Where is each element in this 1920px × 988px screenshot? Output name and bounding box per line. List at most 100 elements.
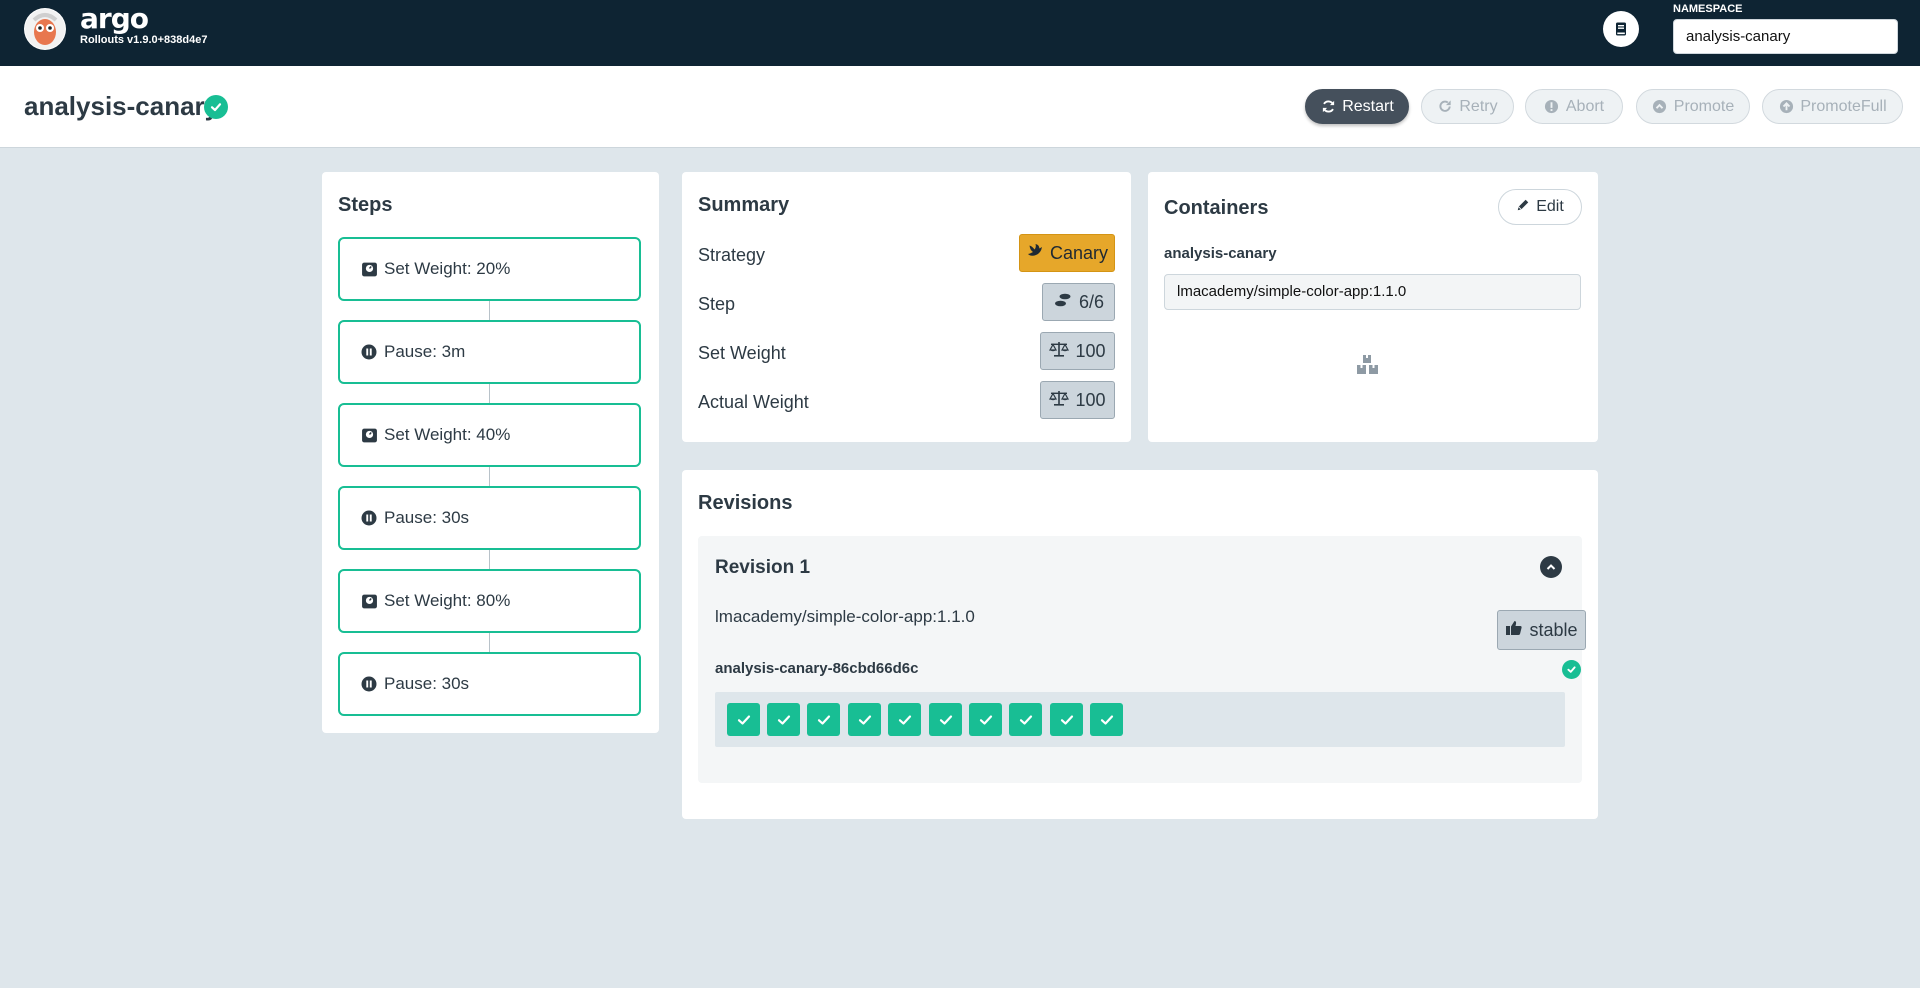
check-icon — [1019, 714, 1032, 725]
check-icon — [898, 714, 911, 725]
top-navbar: argo Rollouts v1.9.0+838d4e7 NAMESPACE a… — [0, 0, 1920, 66]
weight-icon — [360, 426, 378, 444]
step-value: 6/6 — [1078, 291, 1105, 312]
check-icon — [939, 714, 952, 725]
dove-icon — [1026, 242, 1044, 265]
pod-status-ok[interactable] — [767, 703, 800, 736]
step-label: Pause: 30s — [384, 508, 470, 527]
argo-logo[interactable] — [24, 8, 66, 50]
retry-label: Retry — [1459, 97, 1498, 115]
pause-icon — [360, 675, 378, 693]
set-weight-badge: 100 — [1040, 332, 1115, 370]
step-connector — [489, 550, 490, 569]
step-item[interactable]: Pause: 3m — [338, 320, 641, 384]
replicaset-healthy-icon — [1562, 660, 1581, 679]
check-icon — [737, 714, 750, 725]
revision-image: lmacademy/simple-color-app:1.1.0 — [715, 607, 975, 626]
container-name: analysis-canary — [1164, 245, 1277, 262]
pod-status-ok[interactable] — [969, 703, 1002, 736]
stable-badge: stable — [1497, 610, 1586, 650]
balance-scale-icon — [1049, 390, 1070, 411]
revision-panel: Revision 1 lmacademy/simple-color-app:1.… — [698, 536, 1586, 783]
pod-status-ok[interactable] — [888, 703, 921, 736]
retry-button[interactable]: Retry — [1421, 89, 1514, 124]
check-icon — [777, 714, 790, 725]
weight-icon — [360, 592, 378, 610]
containers-card: Containers Edit analysis-canary lmacadem… — [1148, 172, 1598, 442]
pod-status-ok[interactable] — [848, 703, 881, 736]
abort-button[interactable]: Abort — [1525, 89, 1623, 124]
revisions-title: Revisions — [698, 492, 793, 514]
pod-status-ok[interactable] — [807, 703, 840, 736]
namespace-label: NAMESPACE — [1673, 3, 1743, 15]
step-badge: 6/6 — [1042, 283, 1115, 321]
steps-card: Steps Set Weight: 20% Pause: 3m Set Weig… — [322, 172, 659, 733]
shoe-prints-icon — [1053, 292, 1073, 313]
step-item[interactable]: Set Weight: 40% — [338, 403, 641, 467]
step-item[interactable]: Set Weight: 80% — [338, 569, 641, 633]
revisions-card: Revisions Revision 1 lmacademy/simple-co… — [682, 470, 1598, 819]
promote-full-button[interactable]: PromoteFull — [1762, 89, 1903, 124]
check-icon — [858, 714, 871, 725]
page-title: analysis-canary — [24, 91, 220, 121]
step-item[interactable]: Pause: 30s — [338, 652, 641, 716]
redo-icon — [1437, 99, 1453, 115]
healthy-check-icon — [204, 95, 228, 119]
container-image-input[interactable]: lmacademy/simple-color-app:1.1.0 — [1164, 274, 1581, 310]
restart-button[interactable]: Restart — [1305, 89, 1409, 124]
check-icon — [1100, 714, 1113, 725]
restart-label: Restart — [1342, 97, 1394, 115]
replicaset-name: analysis-canary-86cbd66d6c — [715, 660, 919, 677]
step-label: Set Weight: 20% — [384, 259, 511, 278]
containers-title: Containers — [1164, 197, 1269, 219]
pod-status-ok[interactable] — [929, 703, 962, 736]
strategy-badge: Canary — [1019, 234, 1115, 272]
actual-weight-value: 100 — [1075, 389, 1106, 410]
weight-icon — [360, 260, 378, 278]
pause-icon — [360, 343, 378, 361]
collapse-chevron-icon[interactable] — [1540, 556, 1562, 578]
edit-label: Edit — [1536, 198, 1564, 215]
pod-status-ok[interactable] — [727, 703, 760, 736]
pencil-icon — [1516, 198, 1530, 217]
check-icon — [1060, 714, 1073, 725]
set-weight-label: Set Weight — [698, 343, 786, 363]
brand-name: argo — [80, 2, 149, 35]
strategy-label: Strategy — [698, 245, 766, 265]
promote-full-label: PromoteFull — [1800, 97, 1887, 115]
step-connector — [489, 384, 490, 403]
actual-weight-badge: 100 — [1040, 381, 1115, 419]
set-weight-value: 100 — [1075, 340, 1106, 361]
steps-title: Steps — [338, 194, 393, 216]
strategy-value: Canary — [1049, 242, 1109, 263]
step-label: Set Weight: 80% — [384, 591, 511, 610]
step-label: Pause: 3m — [384, 342, 466, 361]
step-row-label: Step — [698, 294, 736, 314]
docs-button[interactable] — [1603, 11, 1639, 47]
chevron-circle-up-icon — [1652, 99, 1668, 115]
check-icon — [817, 714, 830, 725]
actual-weight-label: Actual Weight — [698, 392, 809, 412]
step-item[interactable]: Pause: 30s — [338, 486, 641, 550]
edit-button[interactable]: Edit — [1498, 189, 1582, 225]
check-icon — [979, 714, 992, 725]
summary-title: Summary — [698, 194, 790, 216]
thumbs-up-icon — [1505, 619, 1523, 642]
pause-icon — [360, 509, 378, 527]
step-connector — [489, 467, 490, 486]
book-icon — [1616, 22, 1626, 36]
pod-status-ok[interactable] — [1090, 703, 1123, 736]
promote-button[interactable]: Promote — [1636, 89, 1750, 124]
exclamation-circle-icon — [1544, 99, 1560, 115]
sync-icon — [1320, 99, 1336, 115]
namespace-input[interactable]: analysis-canary — [1673, 19, 1898, 54]
pod-status-ok[interactable] — [1009, 703, 1042, 736]
step-item[interactable]: Set Weight: 20% — [338, 237, 641, 301]
step-connector — [489, 301, 490, 320]
balance-scale-icon — [1049, 341, 1070, 362]
pod-status-ok[interactable] — [1050, 703, 1083, 736]
step-label: Set Weight: 40% — [384, 425, 511, 444]
step-connector — [489, 633, 490, 652]
step-label: Pause: 30s — [384, 674, 470, 693]
arrow-circle-up-icon — [1778, 99, 1794, 115]
